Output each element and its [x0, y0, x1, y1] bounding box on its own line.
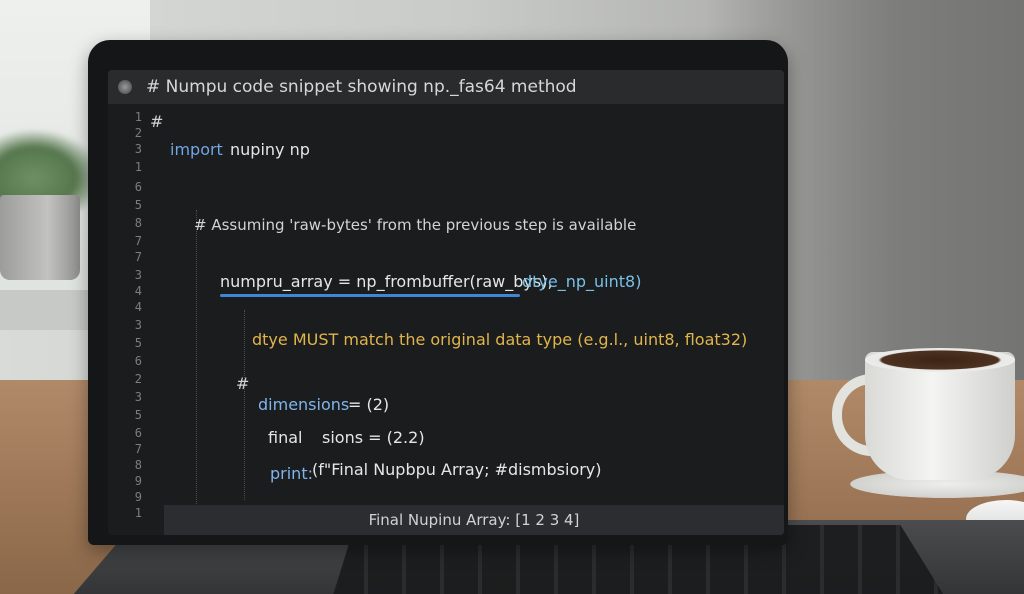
line-number: 1 [134, 160, 142, 174]
line-number: 4 [134, 300, 142, 314]
code-dimensions-value: = (2) [348, 395, 390, 414]
laptop-screen: # Numpu code snippet showing np._fas64 m… [108, 70, 784, 535]
coffee-surface [865, 348, 1015, 372]
code-comment-hash: # [236, 374, 250, 393]
code-dtype-warning: dtye MUST match the original data type (… [252, 330, 748, 349]
line-number: 4 [134, 284, 142, 298]
line-number: 5 [134, 336, 142, 350]
line-number: 8 [134, 216, 142, 230]
line-number: 7 [134, 234, 142, 248]
code-final-var: final [268, 428, 303, 447]
line-number: 9 [134, 474, 142, 488]
line-number: 5 [134, 408, 142, 422]
line-number: 7 [134, 442, 142, 456]
output-text: Final Nupinu Array: [1 2 3 4] [368, 511, 580, 529]
line-number-gutter: 1 2 3 1 6 5 8 7 7 3 4 4 3 5 6 2 3 5 6 7 … [108, 108, 152, 535]
line-number: 2 [134, 372, 142, 386]
indent-guide [196, 210, 198, 520]
line-number: 6 [134, 426, 142, 440]
app-icon[interactable] [118, 80, 132, 94]
code-dimensions-var: dimensions [258, 395, 350, 414]
line-number: 9 [134, 490, 142, 504]
photo-scene: # Numpu code snippet showing np._fas64 m… [0, 0, 1024, 594]
line-number: 1 [134, 506, 142, 520]
code-import-module: nupiny np [230, 140, 310, 159]
code-assign-array: numpru_array = np_frombuffer(raw_bys), [220, 272, 553, 291]
line-number: 5 [134, 198, 142, 212]
line-number: 8 [134, 458, 142, 472]
line-number: 6 [134, 354, 142, 368]
code-comment-assuming: # Assuming 'raw-bytes' from the previous… [194, 216, 637, 234]
code-print-call: print: [270, 464, 313, 483]
plant-pot [0, 195, 80, 280]
line-number: 1 [134, 110, 142, 124]
line-number: 3 [134, 268, 142, 282]
line-number: 3 [134, 390, 142, 404]
line-number: 3 [134, 142, 142, 156]
code-dtype-arg: dtye_np_uint8) [522, 272, 642, 291]
line-number: 6 [134, 180, 142, 194]
line-number: 7 [134, 250, 142, 264]
indent-guide [244, 310, 246, 500]
error-underline [220, 294, 520, 297]
editor-title: # Numpu code snippet showing np._fas64 m… [146, 77, 577, 97]
output-bar: Final Nupinu Array: [1 2 3 4] [164, 505, 784, 535]
editor-titlebar: # Numpu code snippet showing np._fas64 m… [108, 70, 784, 104]
line-number: 3 [134, 318, 142, 332]
code-final-sions: sions = (2.2) [322, 428, 425, 447]
code-comment-hash: # [150, 112, 164, 131]
code-print-args: (f"Final Nupbpu Array; #dismbsiory) [312, 460, 602, 479]
line-number: 2 [134, 126, 142, 140]
code-keyword-import: import [170, 140, 223, 159]
